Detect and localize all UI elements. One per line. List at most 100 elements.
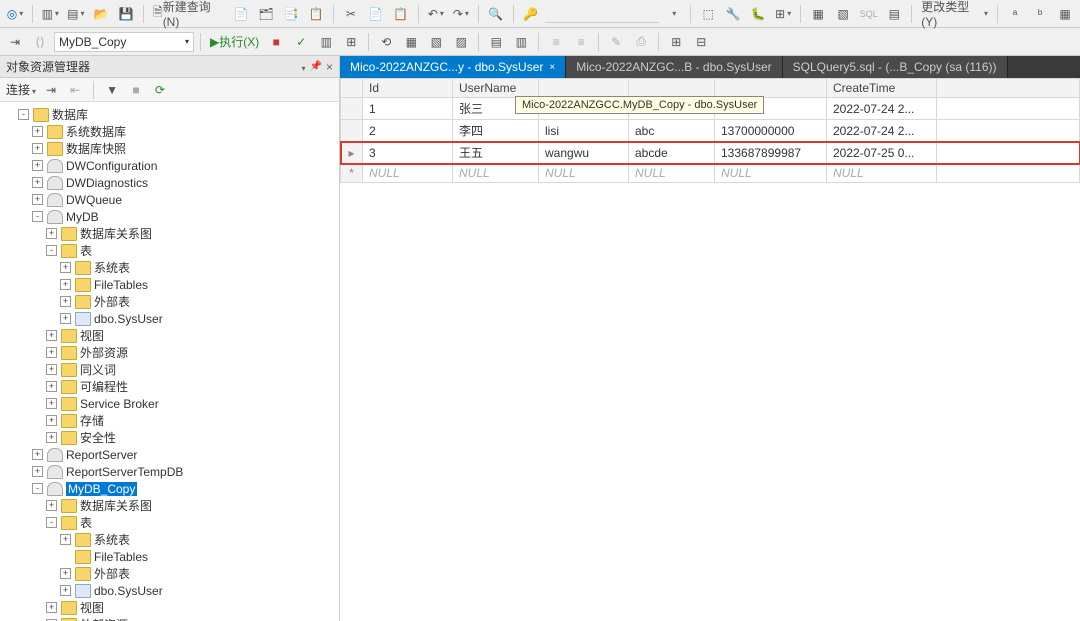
tree-node[interactable]: +系统数据库 xyxy=(4,123,339,140)
view-icon-1[interactable]: ▦ xyxy=(807,3,829,25)
cell[interactable]: 13700000000 xyxy=(715,120,827,142)
tree-node[interactable]: +Service Broker xyxy=(4,395,339,412)
tree-node[interactable]: +系统表 xyxy=(4,531,339,548)
tree-node[interactable]: -数据库 xyxy=(4,106,339,123)
tree-node[interactable]: +外部资源 xyxy=(4,344,339,361)
tree-node[interactable]: FileTables xyxy=(4,548,339,565)
tree-node[interactable]: +视图 xyxy=(4,327,339,344)
cell[interactable]: NULL xyxy=(715,164,827,183)
check-button[interactable]: ✓ xyxy=(290,31,312,53)
tree-node[interactable]: -MyDB xyxy=(4,208,339,225)
icon-k[interactable]: ▥ xyxy=(510,31,532,53)
change-type-dropdown[interactable]: 更改类型(Y) xyxy=(918,3,991,25)
cell[interactable]: NULL xyxy=(827,164,937,183)
cell[interactable]: 李四 xyxy=(453,120,539,142)
find-button[interactable]: 🔍 xyxy=(485,3,507,25)
tree-node[interactable]: +系统表 xyxy=(4,259,339,276)
tree-node[interactable]: +DWQueue xyxy=(4,191,339,208)
cell[interactable]: lisi xyxy=(539,120,629,142)
misc-a[interactable]: ᵃ xyxy=(1004,3,1026,25)
icon-g[interactable]: ▦ xyxy=(400,31,422,53)
tree-node[interactable]: +存储 xyxy=(4,412,339,429)
undo-button[interactable]: ↶ xyxy=(425,3,447,25)
column-header[interactable] xyxy=(715,79,827,98)
tree-node[interactable]: +ReportServerTempDB xyxy=(4,463,339,480)
cell[interactable]: abc xyxy=(629,120,715,142)
tool-icon-d[interactable]: ⊞ xyxy=(772,3,794,25)
cell[interactable]: NULL xyxy=(629,164,715,183)
save-button[interactable]: 💾 xyxy=(115,3,137,25)
misc-b[interactable]: ᵇ xyxy=(1029,3,1051,25)
tree-node[interactable]: +数据库关系图 xyxy=(4,497,339,514)
column-header[interactable]: CreateTime xyxy=(827,79,937,98)
column-header[interactable] xyxy=(629,79,715,98)
parse-icon[interactable]: ▥ xyxy=(315,31,337,53)
open-button[interactable]: 📂 xyxy=(90,3,112,25)
tree-node[interactable]: +ReportServer xyxy=(4,446,339,463)
cell[interactable]: abcde xyxy=(629,142,715,164)
tree-node[interactable]: +可编程性 xyxy=(4,378,339,395)
cell[interactable]: 1 xyxy=(363,98,453,120)
tree-view[interactable]: -数据库+系统数据库+数据库快照+DWConfiguration+DWDiagn… xyxy=(0,102,339,621)
editor-tab[interactable]: Mico-2022ANZGC...y - dbo.SysUser× xyxy=(340,56,566,78)
key-icon[interactable]: 🔑 xyxy=(520,3,542,25)
column-header[interactable]: Id xyxy=(363,79,453,98)
tree-node[interactable]: +同义词 xyxy=(4,361,339,378)
icon-o[interactable]: ⎙ xyxy=(630,31,652,53)
cell[interactable]: NULL xyxy=(453,164,539,183)
tree-node[interactable]: -表 xyxy=(4,242,339,259)
paste-button[interactable]: 📋 xyxy=(390,3,412,25)
cell[interactable]: 2022-07-24 2... xyxy=(827,98,937,120)
connect-icon[interactable]: ⇥ xyxy=(4,31,26,53)
cell[interactable]: wangwu xyxy=(539,142,629,164)
editor-tab[interactable]: Mico-2022ANZGC...B - dbo.SysUser xyxy=(566,56,782,78)
cell[interactable]: 2022-07-25 0... xyxy=(827,142,937,164)
tree-node[interactable]: +DWDiagnostics xyxy=(4,174,339,191)
table-row[interactable]: *NULLNULLNULLNULLNULLNULL xyxy=(341,164,1080,183)
tree-node[interactable]: +外部表 xyxy=(4,293,339,310)
icon-3[interactable]: 📑 xyxy=(280,3,302,25)
icon-1[interactable]: 📄 xyxy=(230,3,252,25)
tree-node[interactable]: +数据库快照 xyxy=(4,140,339,157)
new-query-button[interactable]: 🗎 新建查询(N) xyxy=(150,3,227,25)
cell[interactable]: NULL xyxy=(363,164,453,183)
icon-e[interactable]: ⊞ xyxy=(340,31,362,53)
icon-i[interactable]: ▨ xyxy=(450,31,472,53)
icon-n[interactable]: ✎ xyxy=(605,31,627,53)
cell[interactable]: 2 xyxy=(363,120,453,142)
search-drop[interactable] xyxy=(662,3,684,25)
cut-button[interactable]: ✂ xyxy=(340,3,362,25)
table-row[interactable]: ▸3王五wangwuabcde1336878999872022-07-25 0.… xyxy=(341,142,1080,164)
cell[interactable]: 王五 xyxy=(453,142,539,164)
back-button[interactable]: ◎ xyxy=(4,3,26,25)
connect-icon-a[interactable]: ⇥ xyxy=(42,81,60,99)
cell[interactable]: 2022-07-24 2... xyxy=(827,120,937,142)
tree-node[interactable]: +数据库关系图 xyxy=(4,225,339,242)
misc-c[interactable]: ▦ xyxy=(1054,3,1076,25)
tree-node[interactable]: +视图 xyxy=(4,599,339,616)
tool-icon-b[interactable]: 🔧 xyxy=(722,3,744,25)
table-row[interactable]: 2李四lisiabc137000000002022-07-24 2... xyxy=(341,120,1080,142)
icon-f[interactable]: ⟲ xyxy=(375,31,397,53)
redo-button[interactable]: ↷ xyxy=(450,3,472,25)
tree-node[interactable]: +FileTables xyxy=(4,276,339,293)
tree-node[interactable]: +外部表 xyxy=(4,565,339,582)
editor-tab[interactable]: SQLQuery5.sql - (...B_Copy (sa (116)) xyxy=(783,56,1008,78)
cell[interactable]: 3 xyxy=(363,142,453,164)
connect-icon-b[interactable]: ⇤ xyxy=(66,81,84,99)
cell[interactable]: 133687899987 xyxy=(715,142,827,164)
icon-h[interactable]: ▧ xyxy=(425,31,447,53)
tree-node[interactable]: +外部资源 xyxy=(4,616,339,621)
column-header[interactable]: UserName xyxy=(453,79,539,98)
pin-icon[interactable]: 📌 xyxy=(310,61,322,72)
panel-menu[interactable] xyxy=(300,60,306,74)
filter-icon[interactable]: ▼ xyxy=(103,81,121,99)
connect-dropdown[interactable]: 连接 xyxy=(6,81,36,98)
file-dropdown[interactable]: ▤ xyxy=(65,3,88,25)
tree-node[interactable]: +dbo.SysUser xyxy=(4,582,339,599)
tree-node[interactable]: -表 xyxy=(4,514,339,531)
stop-icon-2[interactable]: ■ xyxy=(127,81,145,99)
column-header[interactable] xyxy=(539,79,629,98)
search-box[interactable] xyxy=(545,5,659,23)
stop-button[interactable]: ■ xyxy=(265,31,287,53)
